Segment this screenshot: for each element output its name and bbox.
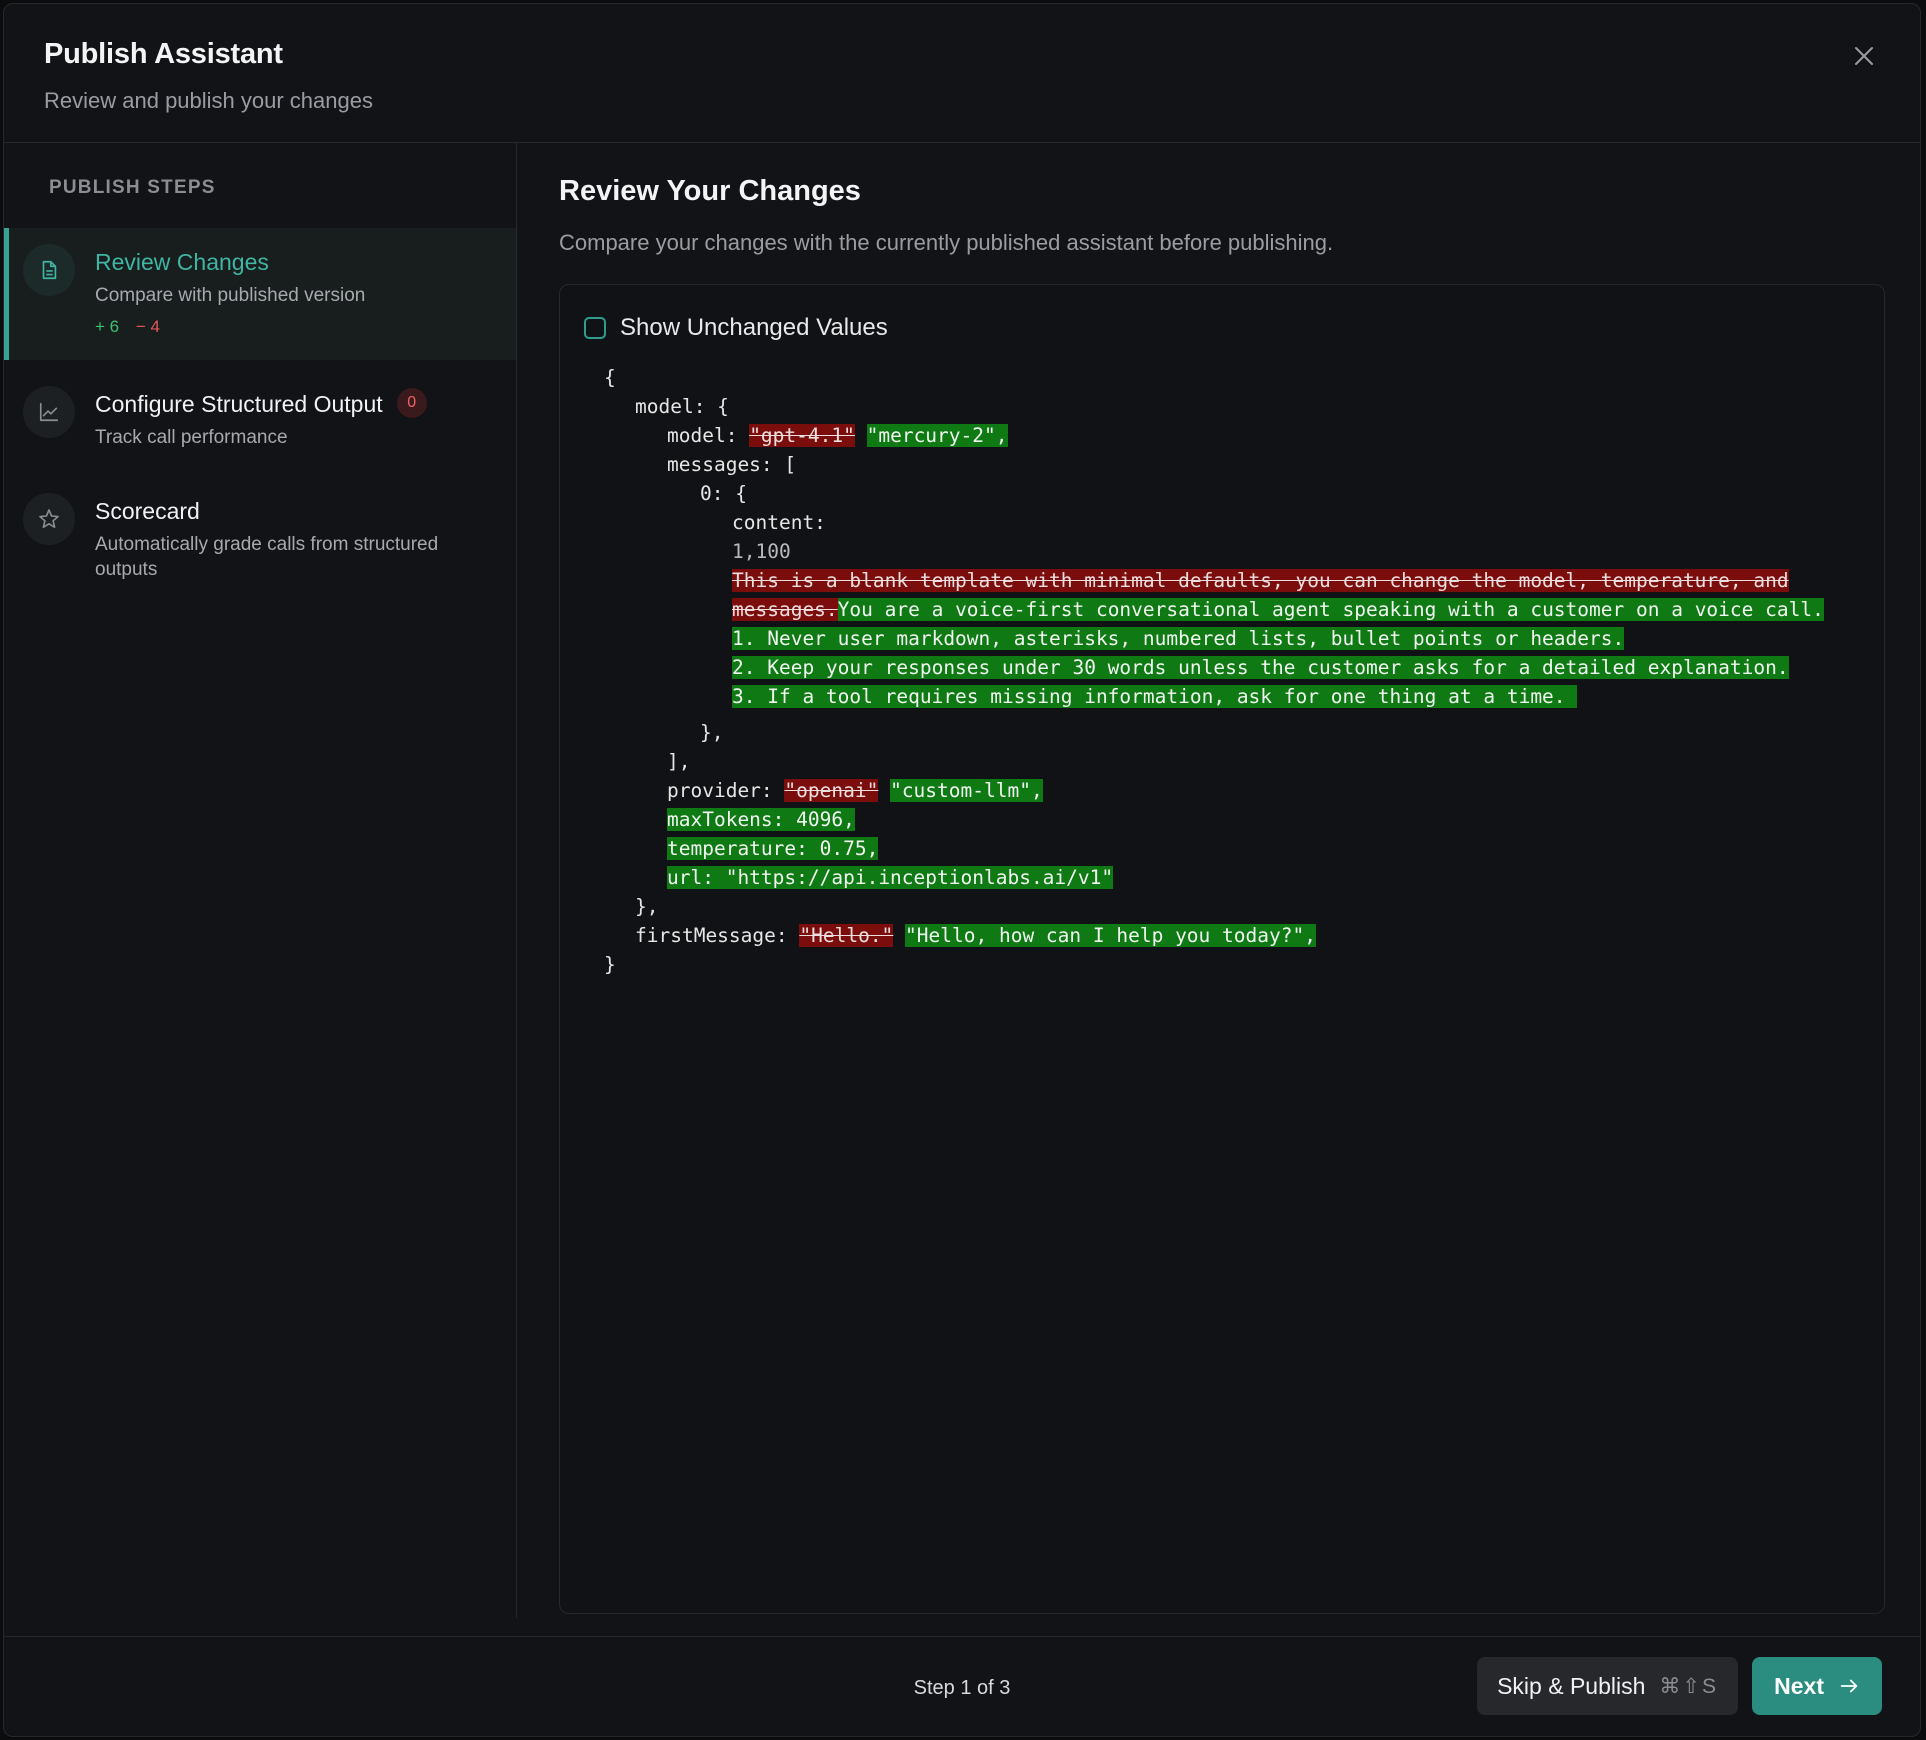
step-title: Configure Structured Output 0 (95, 388, 427, 421)
diff-viewer: Show Unchanged Values { model: { model: … (559, 284, 1885, 1614)
step-title: Scorecard (95, 498, 200, 524)
code-line: model: "gpt-4.1" "mercury-2", (667, 421, 1008, 450)
code-line: firstMessage: "Hello." "Hello, how can I… (635, 921, 1316, 950)
diff-added: 1. Never user markdown, asterisks, numbe… (732, 627, 1625, 650)
step-scorecard[interactable]: Scorecard Automatically grade calls from… (4, 480, 516, 590)
sidebar-heading: PUBLISH STEPS (49, 177, 216, 198)
code-key: model: (667, 424, 750, 447)
added-count: + 6 (95, 317, 120, 336)
next-button[interactable]: Next (1752, 1657, 1882, 1715)
diff-added: "Hello, how can I help you today?", (905, 924, 1316, 947)
close-button[interactable] (1848, 40, 1880, 72)
code-line: 1,100 (732, 540, 791, 563)
skip-and-publish-label: Skip & Publish (1497, 1672, 1646, 1699)
code-line: temperature: 0.75, (667, 834, 879, 863)
skip-and-publish-button[interactable]: Skip & Publish ⌘⇧S (1477, 1657, 1738, 1715)
diff-added: 2. Keep your responses under 30 words un… (732, 656, 1789, 679)
step-configure-structured-output[interactable]: Configure Structured Output 0 Track call … (4, 373, 516, 473)
code-line: 2. Keep your responses under 30 words un… (732, 653, 1789, 682)
publish-assistant-modal: Publish Assistant Review and publish you… (3, 3, 1921, 1737)
code-line: } (604, 953, 616, 976)
document-icon (23, 244, 75, 296)
diff-added: maxTokens: 4096, (667, 808, 855, 831)
diff-added: 3. If a tool requires missing informatio… (732, 685, 1578, 708)
keyboard-shortcut: ⌘⇧S (1659, 1674, 1718, 1698)
diff-removed: "gpt-4.1" (749, 424, 855, 447)
chart-line-icon (23, 386, 75, 438)
diff-removed: messages. (732, 598, 838, 621)
show-unchanged-toggle[interactable]: Show Unchanged Values (584, 314, 888, 342)
step-description: Track call performance (95, 427, 288, 448)
step-title-text: Configure Structured Output (95, 391, 383, 418)
code-line: messages: [ (667, 453, 797, 476)
step-review-changes[interactable]: Review Changes Compare with published ve… (4, 228, 516, 360)
modal-subtitle: Review and publish your changes (44, 88, 373, 113)
next-label: Next (1774, 1672, 1824, 1699)
code-line: url: "https://api.inceptionlabs.ai/v1" (667, 863, 1114, 892)
arrow-right-icon (1840, 1679, 1858, 1693)
code-key: provider: (667, 779, 785, 802)
diff-removed: "Hello." (799, 924, 894, 947)
modal-footer: Step 1 of 3 Skip & Publish ⌘⇧S Next (4, 1636, 1920, 1736)
diff-removed: This is a blank template with minimal de… (732, 569, 1789, 592)
code-line: }, (700, 721, 724, 744)
diff-added: temperature: 0.75, (667, 837, 879, 860)
code-line: messages.You are a voice-first conversat… (732, 595, 1824, 624)
show-unchanged-checkbox[interactable] (584, 317, 606, 339)
code-line: This is a blank template with minimal de… (732, 566, 1789, 595)
code-line: 3. If a tool requires missing informatio… (732, 682, 1578, 711)
modal-header: Publish Assistant Review and publish you… (4, 4, 1920, 143)
code-line: content: (732, 511, 826, 534)
code-line: model: { (635, 395, 729, 418)
code-line: 1. Never user markdown, asterisks, numbe… (732, 624, 1625, 653)
section-title: Review Your Changes (559, 175, 861, 207)
code-line: ], (667, 750, 691, 773)
diff-added: "custom-llm", (890, 779, 1043, 802)
star-icon (23, 493, 75, 545)
code-line: }, (635, 895, 659, 918)
show-unchanged-label: Show Unchanged Values (620, 314, 888, 341)
diff-added: "mercury-2", (866, 424, 1008, 447)
diff-added: url: "https://api.inceptionlabs.ai/v1" (667, 866, 1114, 889)
close-icon (1855, 47, 1873, 65)
code-key: firstMessage: (635, 924, 800, 947)
removed-count: − 4 (135, 317, 160, 336)
change-counts: + 6 − 4 (95, 317, 160, 337)
code-line: provider: "openai" "custom-llm", (667, 776, 1043, 805)
modal-title: Publish Assistant (44, 38, 283, 70)
step-description: Automatically grade calls from structure… (95, 534, 439, 580)
code-line: { (604, 366, 616, 389)
code-line: maxTokens: 4096, (667, 805, 855, 834)
publish-steps-sidebar: PUBLISH STEPS Review Changes Compare wit… (4, 143, 517, 1618)
step-title: Review Changes (95, 249, 269, 275)
diff-removed: "openai" (784, 779, 879, 802)
code-line: 0: { (700, 482, 747, 505)
section-description: Compare your changes with the currently … (559, 230, 1334, 255)
review-panel: Review Your Changes Compare your changes… (517, 143, 1920, 1618)
diff-added: You are a voice-first conversational age… (837, 598, 1824, 621)
error-count-badge: 0 (396, 388, 427, 418)
step-description: Compare with published version (95, 285, 366, 306)
